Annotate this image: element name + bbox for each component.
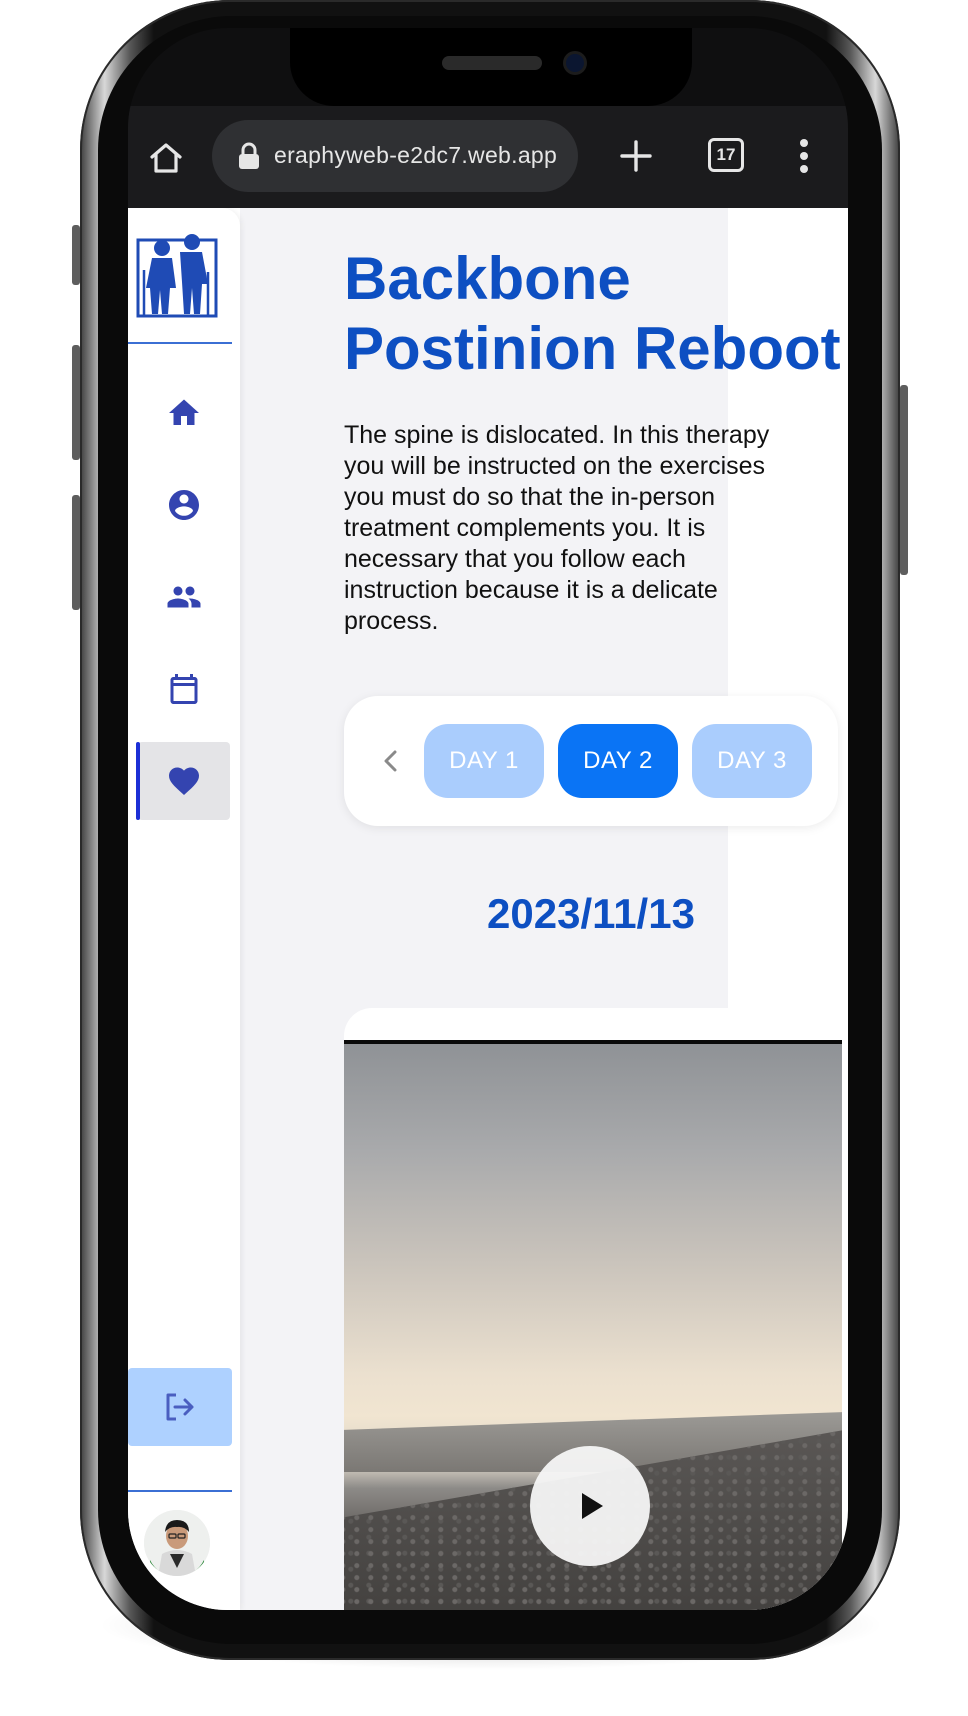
logout-button[interactable] — [128, 1368, 232, 1446]
sidebar-item-profile[interactable] — [138, 466, 230, 544]
user-avatar[interactable] — [144, 1510, 210, 1576]
day-1-button[interactable]: DAY 1 — [424, 724, 544, 798]
sidebar-item-calendar[interactable] — [138, 650, 230, 728]
exercise-video[interactable] — [344, 1040, 842, 1610]
logout-icon — [166, 1393, 194, 1421]
sidebar-divider — [128, 342, 232, 344]
power-button — [900, 385, 908, 575]
play-icon — [582, 1493, 603, 1519]
video-card — [344, 1008, 842, 1610]
day-3-button[interactable]: DAY 3 — [692, 724, 812, 798]
session-date: 2023/11/13 — [487, 890, 695, 937]
sidebar-item-therapies[interactable] — [136, 742, 230, 820]
new-tab-icon[interactable] — [618, 138, 654, 174]
front-camera — [566, 54, 584, 72]
web-page: Backbone Postinion Reboot The spine is d… — [128, 208, 848, 1610]
notch — [290, 28, 692, 106]
sidebar — [128, 208, 240, 1610]
mute-switch — [72, 225, 80, 285]
browser-home-icon[interactable] — [148, 140, 184, 176]
speaker-grille — [442, 56, 542, 70]
url-text[interactable]: eraphyweb-e2dc7.web.app — [274, 142, 574, 169]
play-button[interactable] — [530, 1446, 650, 1566]
therapy-title: Backbone Postinion Reboot — [344, 245, 841, 382]
home-icon — [169, 399, 199, 425]
address-bar[interactable]: eraphyweb-e2dc7.web.app — [212, 120, 578, 192]
heart-icon — [169, 767, 199, 796]
volume-up-button — [72, 345, 80, 460]
sidebar-bottom-divider — [128, 1490, 232, 1492]
tab-switcher-button[interactable]: 17 — [708, 138, 744, 172]
account-circle-icon — [169, 490, 199, 520]
sidebar-item-patients[interactable] — [138, 558, 230, 636]
calendar-icon — [170, 674, 198, 704]
app-logo-icon[interactable] — [136, 228, 220, 318]
therapy-description: The spine is dislocated. In this therapy… — [344, 421, 770, 635]
browser-toolbar: eraphyweb-e2dc7.web.app 17 — [128, 106, 848, 208]
lock-icon — [238, 142, 260, 170]
volume-down-button — [72, 495, 80, 610]
sidebar-item-home[interactable] — [138, 374, 230, 452]
chevron-left-icon[interactable] — [378, 748, 404, 774]
group-icon — [167, 586, 201, 608]
more-options-icon[interactable] — [798, 138, 810, 174]
phone-screen: eraphyweb-e2dc7.web.app 17 Backbone Post… — [128, 28, 848, 1610]
day-selector: DAY 1 DAY 2 DAY 3 — [344, 696, 838, 826]
day-2-button[interactable]: DAY 2 — [558, 724, 678, 798]
